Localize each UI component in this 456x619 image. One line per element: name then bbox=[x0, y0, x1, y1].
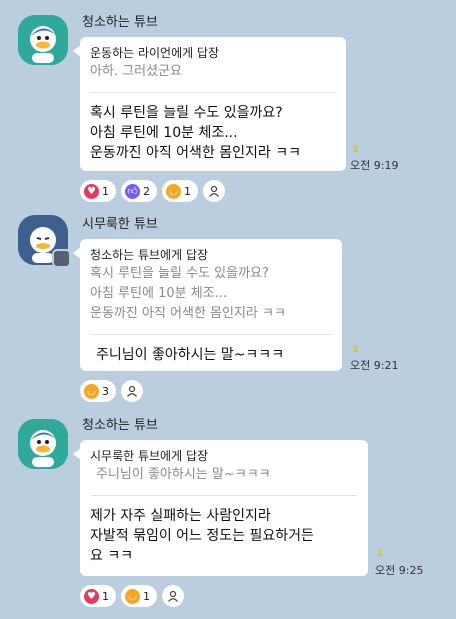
reply-quote-line: 아하. 그러셨군요 bbox=[90, 64, 182, 79]
reply-divider bbox=[90, 92, 336, 93]
reaction-like-button[interactable]: 👍︎ 2 bbox=[121, 180, 157, 202]
message-text: 혹시 루틴을 늘릴 수도 있을까요? 아침 루틴에 10분 체조... 운동까진… bbox=[90, 103, 336, 163]
reply-header: 청소하는 튜브에게 답장 bbox=[90, 248, 209, 262]
reaction-count: 1 bbox=[184, 184, 191, 198]
thumbs-up-icon: 👍︎ bbox=[125, 183, 140, 199]
message-text: 주니님이 좋아하시는 말~ㅋㅋㅋ bbox=[90, 345, 332, 365]
laugh-icon: ◡ bbox=[166, 183, 181, 199]
person-icon bbox=[209, 185, 219, 197]
message-line: 아침 루틴에 10분 체조... bbox=[90, 125, 238, 141]
reaction-laugh-button[interactable]: ◡ 1 bbox=[121, 585, 157, 607]
message-bubble[interactable]: 운동하는 라이언에게 답장 아하. 그러셨군요 혹시 루틴을 늘릴 수도 있을까… bbox=[73, 37, 346, 171]
laugh-icon: ◡ bbox=[125, 588, 140, 604]
reaction-count: 1 bbox=[102, 589, 109, 603]
message-line: 주니님이 좋아하시는 말~ㅋㅋㅋ bbox=[96, 347, 285, 363]
message-time: 오전 9:19 bbox=[350, 159, 399, 172]
friend-badge bbox=[52, 249, 71, 268]
reaction-count: 2 bbox=[143, 184, 150, 198]
reply-header: 시무룩한 튜브에게 답장 bbox=[90, 449, 209, 463]
reaction-bar: ♥ 1 👍︎ 2 ◡ 1 bbox=[80, 180, 225, 202]
reply-divider bbox=[90, 334, 332, 335]
message-line: 제가 자주 실패하는 사람인지라 bbox=[90, 508, 271, 524]
laugh-icon: ◡ bbox=[84, 383, 99, 399]
message-time: 오전 9:21 bbox=[350, 359, 399, 372]
person-icon bbox=[168, 590, 178, 602]
reaction-count: 3 bbox=[102, 384, 109, 398]
reply-quote-line: 아침 루틴에 10분 체조... bbox=[90, 286, 228, 301]
tube-duck-avatar-icon bbox=[18, 419, 68, 469]
reply-header: 운동하는 라이언에게 답장 bbox=[90, 46, 220, 60]
reaction-count: 1 bbox=[143, 589, 150, 603]
reaction-heart-button[interactable]: ♥ 1 bbox=[80, 585, 116, 607]
reaction-bar: ♥ 1 ◡ 1 bbox=[80, 585, 184, 607]
message-bubble[interactable]: 시무룩한 튜브에게 답장 주니님이 좋아하시는 말~ㅋㅋㅋ 제가 자주 실패하는… bbox=[73, 440, 368, 576]
reaction-heart-button[interactable]: ♥ 1 bbox=[80, 180, 116, 202]
message-line: 요 ㅋㅋ bbox=[90, 548, 134, 564]
sender-avatar[interactable] bbox=[18, 215, 71, 268]
message-line: 혹시 루틴을 늘릴 수도 있을까요? bbox=[90, 105, 283, 121]
reaction-count: 1 bbox=[102, 184, 109, 198]
sender-avatar[interactable] bbox=[18, 15, 68, 65]
person-icon bbox=[127, 385, 137, 397]
sender-avatar[interactable] bbox=[18, 419, 68, 469]
sender-name: 시무룩한 튜브 bbox=[82, 217, 158, 232]
reaction-laugh-button[interactable]: ◡ 1 bbox=[162, 180, 198, 202]
reply-quote-line: 주니님이 좋아하시는 말~ㅋㅋㅋ bbox=[96, 467, 271, 482]
message-line: 자발적 묶임이 어느 정도는 필요하거든 bbox=[90, 528, 314, 544]
reaction-bar: ◡ 3 bbox=[80, 380, 143, 402]
heart-icon: ♥ bbox=[84, 183, 99, 199]
message-time: 오전 9:25 bbox=[375, 564, 424, 577]
add-reaction-button[interactable] bbox=[203, 180, 225, 202]
message-bubble[interactable]: 청소하는 튜브에게 답장 혹시 루틴을 늘릴 수도 있을까요? 아침 루틴에 1… bbox=[73, 239, 342, 371]
message-text: 제가 자주 실패하는 사람인지라 자발적 묶임이 어느 정도는 필요하거든 요 … bbox=[90, 506, 358, 566]
sender-name: 청소하는 튜브 bbox=[82, 15, 158, 30]
add-reaction-button[interactable] bbox=[121, 380, 143, 402]
heart-icon: ♥ bbox=[84, 588, 99, 604]
unread-count: 1 bbox=[376, 548, 383, 559]
unread-count: 1 bbox=[352, 144, 359, 155]
message-line: 운동까진 아직 어색한 몸인지라 ㅋㅋ bbox=[90, 145, 301, 161]
reply-quote-line: 혹시 루틴을 늘릴 수도 있을까요? bbox=[90, 266, 269, 281]
reaction-laugh-button[interactable]: ◡ 3 bbox=[80, 380, 116, 402]
sender-name: 청소하는 튜브 bbox=[82, 418, 158, 433]
add-reaction-button[interactable] bbox=[162, 585, 184, 607]
reply-quote-line: 운동까진 아직 어색한 몸인지라 ㅋㅋ bbox=[90, 306, 286, 321]
reply-divider bbox=[90, 495, 358, 496]
tube-duck-avatar-icon bbox=[18, 15, 68, 65]
unread-count: 1 bbox=[352, 344, 359, 355]
